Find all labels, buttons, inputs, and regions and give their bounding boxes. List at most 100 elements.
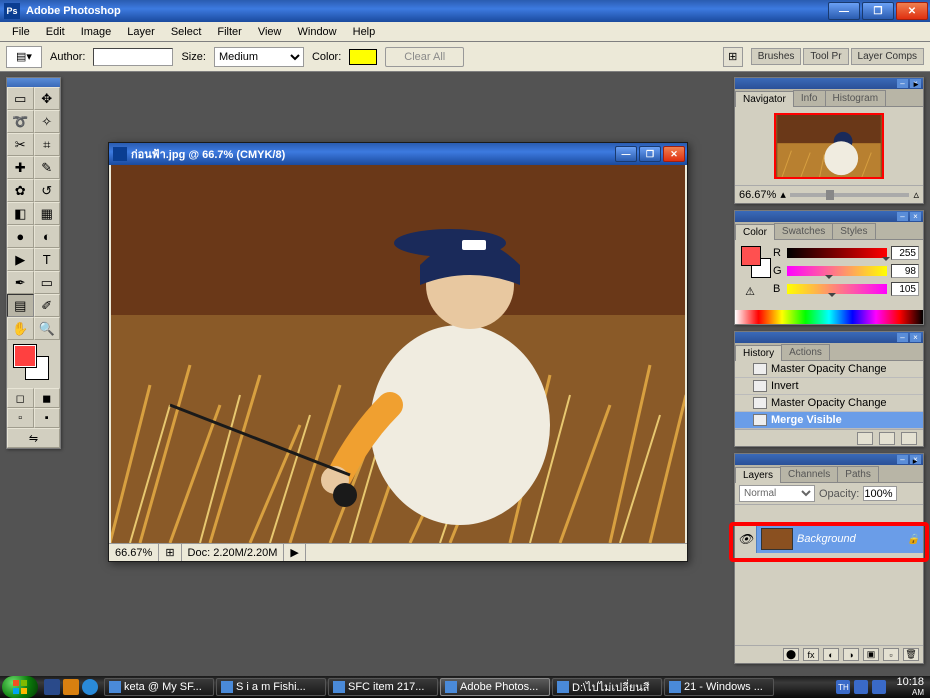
new-layer-icon[interactable]: ▫ [883,648,899,661]
tray-icon[interactable] [854,680,868,694]
document-titlebar[interactable]: ก่อนฟ้า.jpg @ 66.7% (CMYK/8) — ❐ ✕ [109,143,687,165]
new-fill-adjustment-icon[interactable]: ◑ [843,648,859,661]
menu-view[interactable]: View [250,24,290,40]
taskbar-item[interactable]: 21 - Windows ... [664,678,774,696]
doc-close-button[interactable]: ✕ [663,146,685,162]
panel-minimize-icon[interactable]: – [897,455,908,464]
quick-launch-item[interactable] [63,679,79,695]
maximize-button[interactable]: ❐ [862,2,894,20]
tab-swatches[interactable]: Swatches [774,223,833,239]
navigator-thumbnail[interactable] [774,113,884,179]
tool-crop[interactable]: ✂ [7,133,34,156]
tool-slice[interactable]: ⌗ [34,133,61,156]
menu-edit[interactable]: Edit [38,24,73,40]
screenmode-standard[interactable]: ▫ [7,408,34,428]
r-slider[interactable] [787,248,887,258]
menu-help[interactable]: Help [345,24,384,40]
layer-visibility-icon[interactable]: 👁 [735,525,757,553]
status-info-icon[interactable]: ⊞ [159,544,181,561]
panel-minimize-icon[interactable]: – [897,333,908,342]
tray-language-indicator[interactable]: TH [836,680,850,694]
tool-healing[interactable]: ✚ [7,156,34,179]
layer-mask-icon[interactable]: ◐ [823,648,839,661]
delete-state-icon[interactable] [901,432,917,445]
doc-size-readout[interactable]: Doc: 2.20M/2.20M [182,544,285,561]
navigator-zoom-slider[interactable] [790,193,910,197]
palette-well-toggle-icon[interactable]: ⊞ [723,47,743,67]
tool-clone[interactable]: ✿ [7,179,34,202]
zoom-readout[interactable]: 66.67% [109,544,159,561]
tab-layers[interactable]: Layers [735,467,781,483]
author-input[interactable] [93,48,173,66]
panel-close-icon[interactable]: × [910,212,921,221]
tool-blur[interactable]: ● [7,225,34,248]
menu-layer[interactable]: Layer [119,24,163,40]
quickmask-standard[interactable]: ◻ [7,388,34,408]
palette-tab-brushes[interactable]: Brushes [751,48,802,65]
close-button[interactable]: ✕ [896,2,928,20]
tool-history-brush[interactable]: ↺ [34,179,61,202]
layer-row-background[interactable]: 👁 Background 🔒 [735,525,923,553]
tab-actions[interactable]: Actions [781,344,830,360]
tab-paths[interactable]: Paths [837,466,879,482]
menu-select[interactable]: Select [163,24,210,40]
taskbar-item[interactable]: keta @ My SF... [104,678,214,696]
tab-color[interactable]: Color [735,224,775,240]
menu-filter[interactable]: Filter [209,24,249,40]
tool-hand[interactable]: ✋ [7,317,34,340]
tool-shape[interactable]: ▭ [34,271,61,294]
status-menu-arrow[interactable]: ▶ [284,544,305,561]
g-value[interactable]: 98 [891,264,919,278]
tool-preset-picker[interactable]: ▤▾ [6,46,42,68]
menu-file[interactable]: File [4,24,38,40]
zoom-in-icon[interactable]: ▵ [913,188,919,201]
tool-eyedropper[interactable]: ✐ [34,294,61,317]
tool-move[interactable]: ✥ [34,87,61,110]
palette-tab-toolpresets[interactable]: Tool Pr [803,48,848,65]
history-state[interactable]: Invert [735,378,923,395]
tool-lasso[interactable]: ➰ [7,110,34,133]
start-button[interactable] [2,676,38,698]
tab-histogram[interactable]: Histogram [825,90,887,106]
clear-all-button[interactable]: Clear All [385,47,464,67]
g-slider[interactable] [787,266,887,276]
quick-launch-item[interactable] [44,679,60,695]
blend-mode-select[interactable]: Normal [739,485,815,502]
tool-marquee[interactable]: ▭ [7,87,34,110]
quick-launch-item[interactable] [82,679,98,695]
quickmask-mask[interactable]: ◼ [34,388,61,408]
link-layers-icon[interactable]: ⬤ [783,648,799,661]
doc-minimize-button[interactable]: — [615,146,637,162]
palette-tab-layercomps[interactable]: Layer Comps [851,48,924,65]
tab-styles[interactable]: Styles [832,223,875,239]
tab-navigator[interactable]: Navigator [735,91,794,107]
tool-type[interactable]: T [34,248,61,271]
panel-minimize-icon[interactable]: – [897,212,908,221]
zoom-out-icon[interactable]: ▴ [780,188,786,201]
color-panel-fg-swatch[interactable] [741,246,761,266]
screenmode-full-menubar[interactable]: ▪ [34,408,61,428]
size-select[interactable]: Medium [214,47,304,67]
taskbar-item[interactable]: S i a m Fishi... [216,678,326,696]
tool-path-select[interactable]: ▶ [7,248,34,271]
tool-dodge[interactable]: ◐ [34,225,61,248]
layer-name[interactable]: Background [797,533,907,545]
doc-maximize-button[interactable]: ❐ [639,146,661,162]
taskbar-item[interactable]: D:\ไปไม่เปลี่ยนสี [552,678,662,696]
opacity-value[interactable]: 100% [863,486,897,501]
tool-magic-wand[interactable]: ✧ [34,110,61,133]
toolbox-gripper[interactable] [7,78,60,87]
minimize-button[interactable]: — [828,2,860,20]
new-group-icon[interactable]: ▣ [863,648,879,661]
tool-notes[interactable]: ▤ [7,294,34,317]
taskbar-clock[interactable]: 10:18AM [896,677,924,698]
panel-close-icon[interactable]: × [910,333,921,342]
navigator-zoom-readout[interactable]: 66.67% [739,189,776,201]
history-state[interactable]: Merge Visible [735,412,923,429]
gamut-warning-icon[interactable]: ⚠ [743,284,757,298]
history-state[interactable]: Master Opacity Change [735,395,923,412]
b-slider[interactable] [787,284,887,294]
layer-thumbnail[interactable] [761,528,793,550]
tab-info[interactable]: Info [793,90,826,106]
menu-image[interactable]: Image [73,24,120,40]
